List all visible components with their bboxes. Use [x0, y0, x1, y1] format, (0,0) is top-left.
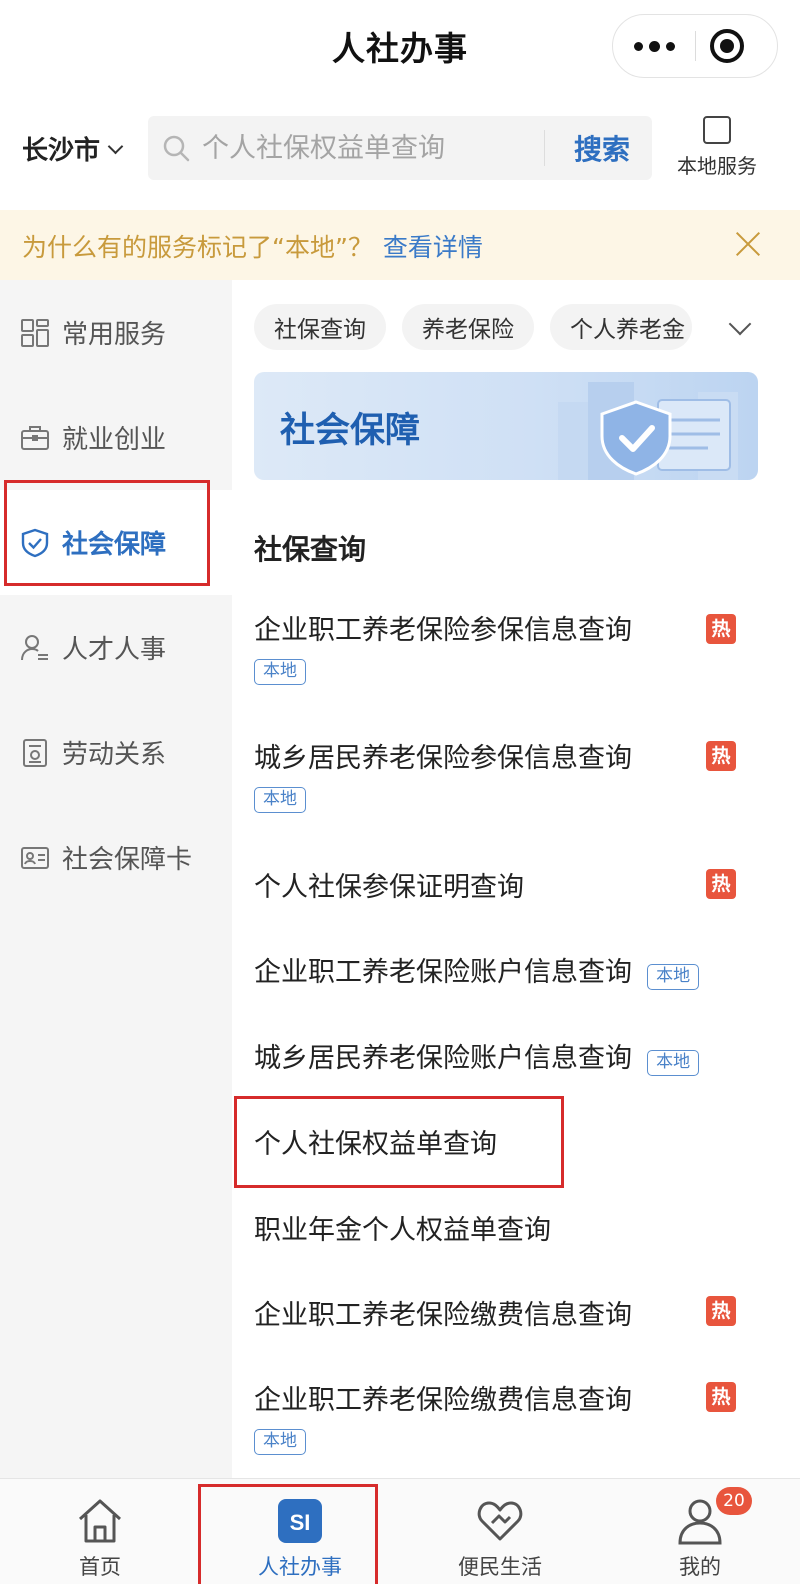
service-item[interactable]: 个人社保参保证明查询: [254, 865, 774, 904]
notification-badge: 20: [716, 1487, 752, 1515]
service-item[interactable]: 城乡居民养老保险参保信息查询 本地: [254, 736, 774, 813]
city-selector[interactable]: 长沙市: [22, 130, 124, 167]
service-name: 企业职工养老保险参保信息查询: [254, 615, 632, 646]
capsule-divider: [695, 31, 696, 61]
checkbox-icon[interactable]: [703, 116, 731, 144]
banner-title: 社会保障: [280, 411, 421, 451]
service-item[interactable]: 职业年金个人权益单查询: [254, 1208, 774, 1247]
hot-badge: 热: [706, 869, 736, 899]
nav-header: 人社办事: [0, 0, 800, 96]
chip-ss-query[interactable]: 社保查询: [254, 304, 386, 350]
heart-hands-icon: [477, 1501, 523, 1541]
category-banner: 社会保障: [254, 372, 758, 480]
notice-text: 为什么有的服务标记了“本地”？ 查看详情: [22, 228, 483, 264]
service-item[interactable]: 企业职工养老保险账户信息查询 本地: [254, 950, 774, 990]
local-service-label: 本地服务: [677, 154, 757, 178]
service-name: 企业职工养老保险缴费信息查询: [254, 1385, 632, 1416]
sidebar-item-common[interactable]: 常用服务: [0, 280, 232, 385]
service-item[interactable]: 企业职工养老保险参保信息查询 本地: [254, 608, 774, 685]
hot-badge: 热: [706, 1382, 736, 1412]
close-mini-program-icon[interactable]: [710, 29, 744, 63]
service-name: 个人社保参保证明查询: [254, 872, 524, 903]
tab-label: 首页: [79, 1555, 121, 1579]
service-name: 城乡居民养老保险账户信息查询: [254, 1043, 632, 1074]
search-box: 搜索: [148, 116, 652, 180]
city-label: 长沙市: [22, 136, 101, 166]
tab-mine[interactable]: 20 我的: [600, 1479, 800, 1584]
sidebar-item-labor[interactable]: 劳动关系: [0, 700, 232, 805]
chevron-down-icon[interactable]: [728, 312, 752, 336]
service-item[interactable]: 企业职工养老保险缴费信息查询 本地: [254, 1378, 774, 1455]
notice-bar: 为什么有的服务标记了“本地”？ 查看详情: [0, 210, 800, 280]
local-tag: 本地: [647, 1049, 700, 1076]
sidebar-item-label: 常用服务: [62, 320, 167, 350]
tab-life-services[interactable]: 便民生活: [400, 1479, 600, 1584]
chip-personal-pension[interactable]: 个人养老金: [550, 304, 692, 350]
document-icon: [23, 738, 47, 767]
service-name: 企业职工养老保险缴费信息查询: [254, 1300, 632, 1331]
sidebar-item-ss-card[interactable]: 社会保障卡: [0, 805, 232, 910]
local-tag: 本地: [647, 963, 700, 990]
hot-badge: 热: [706, 614, 736, 644]
hot-badge: 热: [706, 1296, 736, 1326]
briefcase-icon: [21, 425, 49, 450]
sidebar-item-label: 劳动关系: [62, 740, 167, 770]
mini-program-capsule: [612, 14, 778, 78]
service-item[interactable]: 城乡居民养老保险账户信息查询 本地: [254, 1036, 774, 1076]
search-input[interactable]: [202, 116, 532, 180]
grid-icon: [21, 318, 49, 347]
local-service-toggle[interactable]: 本地服务: [672, 116, 762, 179]
tab-label: 我的: [679, 1555, 721, 1579]
hot-badge: 热: [706, 741, 736, 771]
service-name: 企业职工养老保险账户信息查询: [254, 957, 632, 988]
bottom-tab-bar: 首页 SI 人社办事 便民生活 20 我的: [0, 1478, 800, 1584]
chevron-down-icon: [107, 138, 124, 154]
home-icon: [78, 1499, 122, 1543]
highlight-box-tab: [198, 1484, 378, 1584]
search-icon: [163, 135, 190, 162]
service-content: 社保查询 养老保险 个人养老金 社会保障 社保查询 企业职工养老保险参保信息查询…: [232, 280, 800, 1478]
local-tag: 本地: [254, 787, 306, 813]
tab-label: 便民生活: [458, 1555, 542, 1579]
search-row: 长沙市 搜索 本地服务: [0, 110, 800, 190]
service-name: 职业年金个人权益单查询: [254, 1215, 551, 1246]
more-menu-icon[interactable]: [613, 15, 695, 77]
sidebar-item-label: 人才人事: [62, 635, 167, 665]
quick-chips: 社保查询 养老保险 个人养老金: [254, 304, 692, 350]
search-divider: [544, 130, 545, 166]
section-title: 社保查询: [254, 533, 367, 566]
category-sidebar: 常用服务 就业创业 社会保障 人才人事 劳动关系 社会保障卡: [0, 280, 232, 1478]
service-name: 城乡居民养老保险参保信息查询: [254, 743, 632, 774]
highlight-box-sidebar: [4, 480, 210, 586]
person-list-icon: [21, 634, 48, 660]
sidebar-item-employment[interactable]: 就业创业: [0, 385, 232, 490]
notice-message: 为什么有的服务标记了“本地”？: [22, 233, 373, 262]
local-tag: 本地: [254, 1429, 306, 1455]
local-tag: 本地: [254, 659, 306, 685]
tab-home[interactable]: 首页: [0, 1479, 200, 1584]
sidebar-item-talent[interactable]: 人才人事: [0, 595, 232, 700]
shield-illustration-icon: [558, 382, 738, 480]
search-button[interactable]: 搜索: [552, 116, 652, 180]
sidebar-item-label: 就业创业: [62, 425, 167, 455]
chip-pension[interactable]: 养老保险: [402, 304, 534, 350]
close-icon[interactable]: [734, 230, 762, 258]
service-item[interactable]: 企业职工养老保险缴费信息查询: [254, 1293, 774, 1332]
highlight-box-service: [234, 1096, 564, 1188]
notice-details-link[interactable]: 查看详情: [383, 233, 483, 262]
id-card-icon: [21, 846, 49, 869]
sidebar-item-label: 社会保障卡: [62, 845, 193, 875]
